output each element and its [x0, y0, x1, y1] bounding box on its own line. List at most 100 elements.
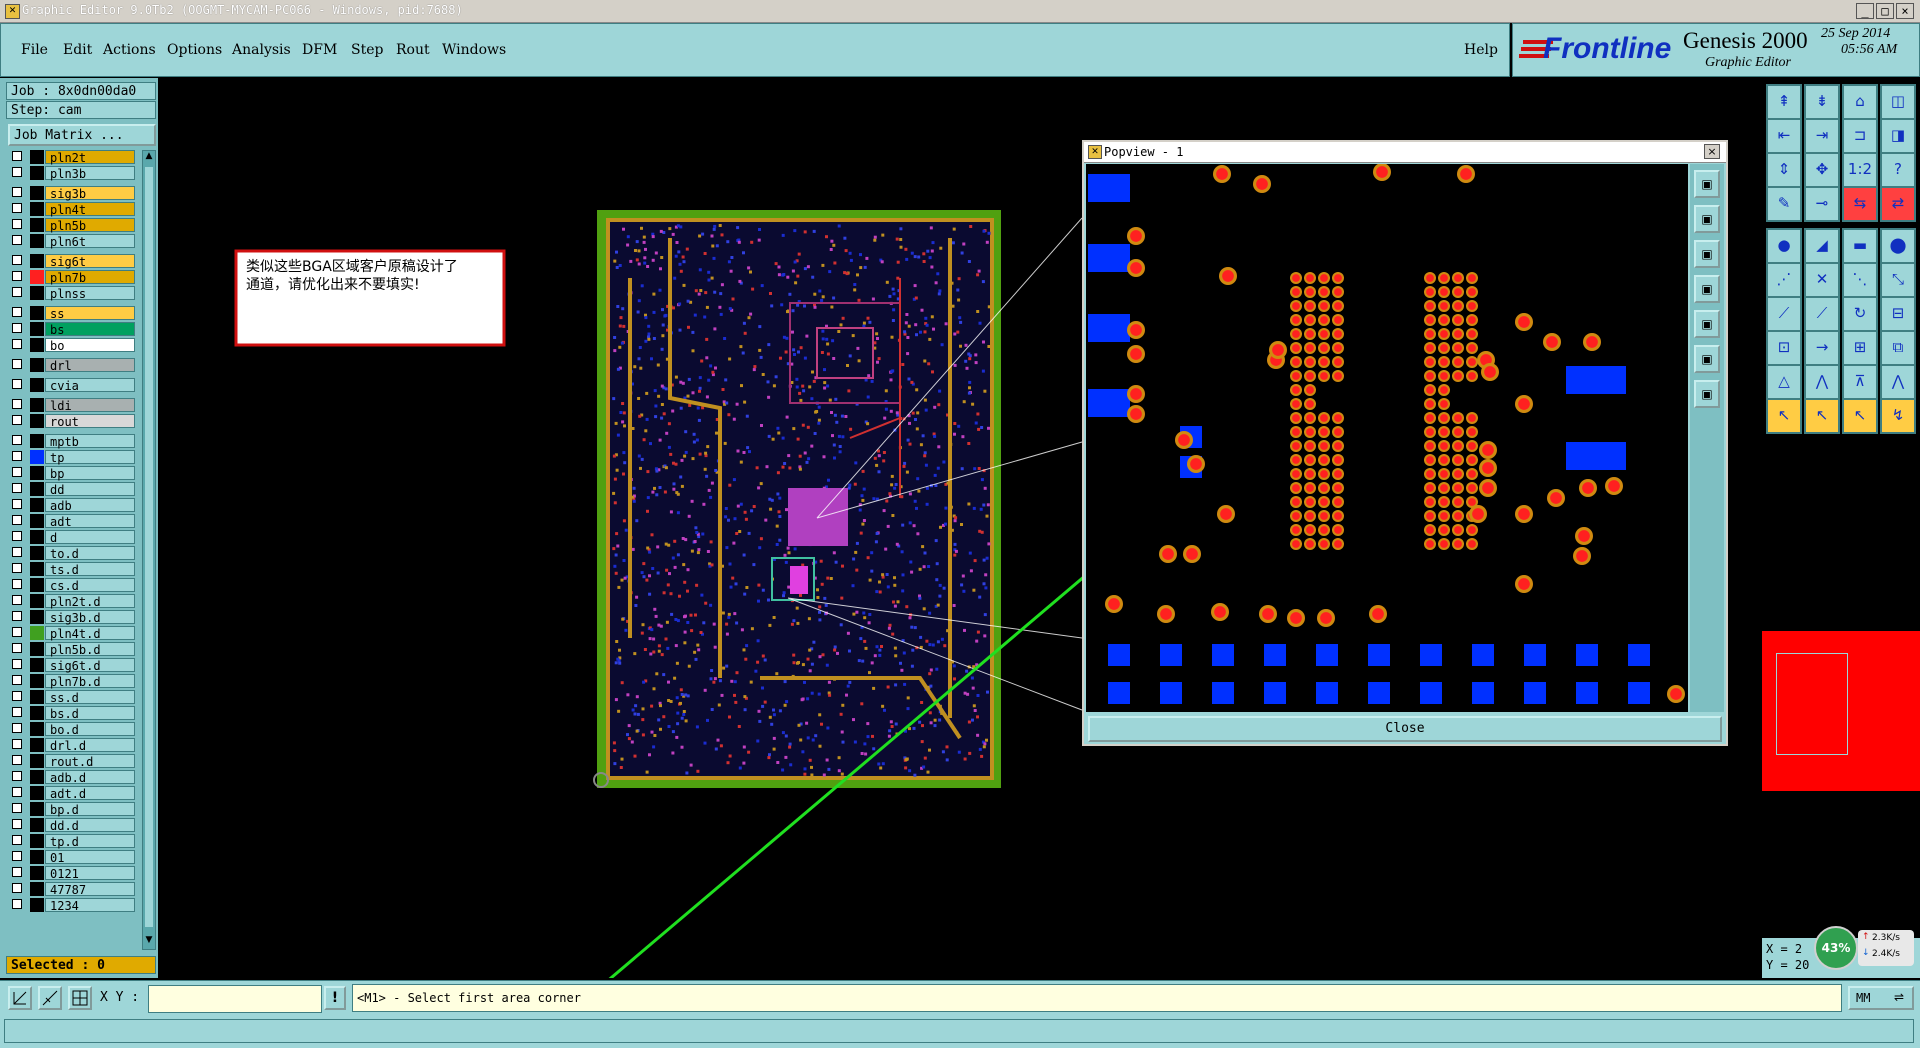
layer-name[interactable]: pln7b.d: [45, 674, 135, 689]
tool-icon[interactable]: ↖: [1842, 398, 1878, 434]
network-gauge[interactable]: 43%: [1814, 926, 1858, 970]
tool-icon[interactable]: ⊞: [1842, 330, 1878, 366]
layer-name[interactable]: 01: [45, 850, 135, 865]
layer-color-swatch[interactable]: [30, 378, 44, 392]
layer-row[interactable]: tp: [8, 450, 135, 465]
menu-help[interactable]: Help: [1464, 42, 1498, 58]
layer-color-swatch[interactable]: [30, 818, 44, 832]
layer-color-swatch[interactable]: [30, 498, 44, 512]
layer-color-swatch[interactable]: [30, 414, 44, 428]
tool-icon[interactable]: →: [1804, 330, 1840, 366]
menu-rout[interactable]: Rout: [396, 42, 430, 58]
layer-color-swatch[interactable]: [30, 514, 44, 528]
layer-checkbox[interactable]: [12, 739, 22, 749]
layer-color-swatch[interactable]: [30, 322, 44, 336]
layer-row[interactable]: pln2t: [8, 150, 135, 165]
layer-row[interactable]: adt: [8, 514, 135, 529]
tool-icon[interactable]: ◨: [1880, 118, 1916, 154]
layer-checkbox[interactable]: [12, 271, 22, 281]
layer-row[interactable]: ts.d: [8, 562, 135, 577]
grid-icon[interactable]: [68, 986, 92, 1010]
layer-checkbox[interactable]: [12, 323, 22, 333]
layer-checkbox[interactable]: [12, 851, 22, 861]
layer-checkbox[interactable]: [12, 339, 22, 349]
xy-input[interactable]: [148, 985, 322, 1013]
tool-icon[interactable]: ✥: [1804, 152, 1840, 188]
layer-checkbox[interactable]: [12, 787, 22, 797]
layer-row[interactable]: drl: [8, 358, 135, 373]
layer-row[interactable]: bp.d: [8, 802, 135, 817]
tool-icon[interactable]: ↻: [1842, 296, 1878, 332]
layer-name[interactable]: pln5b: [45, 218, 135, 233]
layer-name[interactable]: ts.d: [45, 562, 135, 577]
layer-checkbox[interactable]: [12, 771, 22, 781]
layer-row[interactable]: bs.d: [8, 706, 135, 721]
layer-color-swatch[interactable]: [30, 338, 44, 352]
layer-checkbox[interactable]: [12, 219, 22, 229]
tool-icon[interactable]: ⇥: [1804, 118, 1840, 154]
layer-name[interactable]: drl: [45, 358, 135, 373]
layer-name[interactable]: bs.d: [45, 706, 135, 721]
layer-row[interactable]: adt.d: [8, 786, 135, 801]
layer-name[interactable]: 47787: [45, 882, 135, 897]
layer-color-swatch[interactable]: [30, 358, 44, 372]
measure-icon[interactable]: [38, 986, 62, 1010]
layer-row[interactable]: adb.d: [8, 770, 135, 785]
layer-row[interactable]: 01: [8, 850, 135, 865]
layer-row[interactable]: sig3b: [8, 186, 135, 201]
layer-color-swatch[interactable]: [30, 610, 44, 624]
tool-icon[interactable]: ⊸: [1804, 186, 1840, 222]
layer-checkbox[interactable]: [12, 483, 22, 493]
layer-color-swatch[interactable]: [30, 738, 44, 752]
layer-name[interactable]: 1234: [45, 898, 135, 913]
layer-row[interactable]: 47787: [8, 882, 135, 897]
layer-checkbox[interactable]: [12, 755, 22, 765]
layer-row[interactable]: ldi: [8, 398, 135, 413]
layer-checkbox[interactable]: [12, 187, 22, 197]
tool-icon[interactable]: ↖: [1766, 398, 1802, 434]
layer-checkbox[interactable]: [12, 235, 22, 245]
layer-checkbox[interactable]: [12, 819, 22, 829]
layer-name[interactable]: sig3b: [45, 186, 135, 201]
layer-checkbox[interactable]: [12, 307, 22, 317]
layer-row[interactable]: rout: [8, 414, 135, 429]
layer-checkbox[interactable]: [12, 203, 22, 213]
layer-color-swatch[interactable]: [30, 754, 44, 768]
tool-icon[interactable]: ⋀: [1804, 364, 1840, 400]
close-window-button[interactable]: ×: [1896, 3, 1914, 19]
tool-icon[interactable]: ⟋: [1804, 296, 1840, 332]
layer-checkbox[interactable]: [12, 287, 22, 297]
layer-checkbox[interactable]: [12, 379, 22, 389]
layer-name[interactable]: bs: [45, 322, 135, 337]
layer-checkbox[interactable]: [12, 883, 22, 893]
layer-row[interactable]: d: [8, 530, 135, 545]
popview-tool-icon[interactable]: ▣: [1694, 345, 1720, 373]
layer-row[interactable]: adb: [8, 498, 135, 513]
tool-icon[interactable]: ⊼: [1842, 364, 1878, 400]
layer-row[interactable]: pln7b.d: [8, 674, 135, 689]
layer-name[interactable]: sig6t.d: [45, 658, 135, 673]
layer-color-swatch[interactable]: [30, 166, 44, 180]
layer-row[interactable]: pln4t.d: [8, 626, 135, 641]
layer-color-swatch[interactable]: [30, 658, 44, 672]
scroll-thumb[interactable]: [145, 167, 153, 927]
layer-checkbox[interactable]: [12, 707, 22, 717]
layer-color-swatch[interactable]: [30, 562, 44, 576]
tool-icon[interactable]: ⌂: [1842, 84, 1878, 120]
popview-close-button[interactable]: Close: [1088, 716, 1722, 742]
layer-name[interactable]: sig6t: [45, 254, 135, 269]
layer-checkbox[interactable]: [12, 151, 22, 161]
menu-options[interactable]: Options: [167, 42, 222, 58]
layer-color-swatch[interactable]: [30, 254, 44, 268]
layer-name[interactable]: pln3b: [45, 166, 135, 181]
layer-row[interactable]: drl.d: [8, 738, 135, 753]
tool-icon[interactable]: ●: [1766, 228, 1802, 264]
layer-checkbox[interactable]: [12, 659, 22, 669]
layer-color-swatch[interactable]: [30, 802, 44, 816]
layer-name[interactable]: bo.d: [45, 722, 135, 737]
menu-actions[interactable]: Actions: [103, 42, 156, 58]
layer-color-swatch[interactable]: [30, 690, 44, 704]
layer-name[interactable]: bp: [45, 466, 135, 481]
layer-color-swatch[interactable]: [30, 722, 44, 736]
layer-row[interactable]: tp.d: [8, 834, 135, 849]
